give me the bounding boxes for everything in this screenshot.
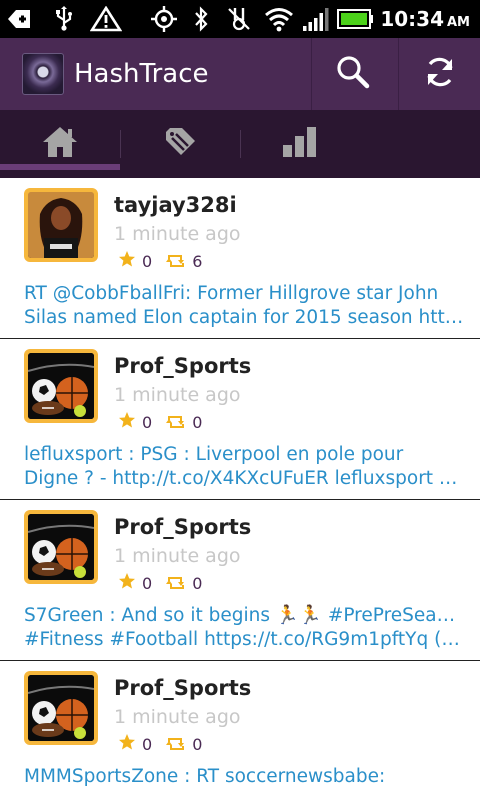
tweet-item[interactable]: Prof_Sports 1 minute ago 0 0 S7Green : A… (0, 500, 480, 661)
tab-compose[interactable] (120, 110, 240, 178)
wifi-icon (262, 6, 296, 32)
tweet-text[interactable]: MMMSportsZone : RT soccernewsbabe: (24, 765, 464, 789)
app-bar: HashTrace (0, 38, 480, 110)
search-button[interactable] (312, 38, 394, 110)
star-icon (118, 411, 136, 433)
selected-tab-indicator (0, 164, 120, 170)
usb-icon (50, 6, 78, 32)
app-logo[interactable] (22, 53, 64, 95)
favorite-count: 0 (142, 734, 153, 754)
sports-balls-image (28, 353, 94, 419)
retweet-count: 0 (192, 412, 203, 432)
retweet-count: 0 (192, 573, 203, 593)
timestamp: 1 minute ago (114, 384, 241, 406)
user-photo (28, 192, 94, 258)
tweet-feed[interactable]: tayjay328i 1 minute ago 0 6 RT @CobbFbal… (0, 178, 480, 800)
username[interactable]: Prof_Sports (114, 353, 251, 379)
status-bar: 10:34 AM (0, 0, 480, 38)
star-icon (118, 733, 136, 755)
star-icon (118, 572, 136, 594)
tweet-item[interactable]: Prof_Sports 1 minute ago 0 0 MMMSportsZo… (0, 661, 480, 800)
avatar[interactable] (24, 510, 98, 584)
tweet-stats: 0 6 (118, 250, 202, 272)
timestamp: 1 minute ago (114, 223, 241, 245)
tweet-stats: 0 0 (118, 733, 202, 755)
battery-icon (336, 6, 376, 32)
tweet-stats: 0 0 (118, 572, 202, 594)
pencil-tag-icon (162, 124, 198, 164)
bluetooth-icon (190, 6, 212, 32)
tab-stats[interactable] (240, 110, 360, 178)
home-icon (41, 125, 79, 163)
retweet-icon (166, 736, 186, 752)
gps-icon (148, 6, 180, 32)
tweet-item[interactable]: Prof_Sports 1 minute ago 0 0 lefluxsport… (0, 339, 480, 500)
avatar[interactable] (24, 188, 98, 262)
sports-balls-image (28, 675, 94, 741)
vibrate-icon (224, 6, 254, 32)
timestamp: 1 minute ago (114, 545, 241, 567)
favorite-count: 0 (142, 573, 153, 593)
tweet-text[interactable]: lefluxsport : PSG : Liverpool en pole po… (24, 443, 464, 491)
refresh-icon (422, 54, 458, 94)
favorite-count: 0 (142, 251, 153, 271)
avatar[interactable] (24, 349, 98, 423)
refresh-button[interactable] (398, 38, 480, 110)
tweet-stats: 0 0 (118, 411, 202, 433)
signal-icon (300, 6, 332, 32)
tweet-item[interactable]: tayjay328i 1 minute ago 0 6 RT @CobbFbal… (0, 178, 480, 339)
app-title: HashTrace (74, 59, 209, 89)
avatar[interactable] (24, 671, 98, 745)
warning-icon (88, 6, 124, 32)
search-icon (335, 54, 371, 94)
star-icon (118, 250, 136, 272)
sports-balls-image (28, 514, 94, 580)
retweet-icon (166, 253, 186, 269)
retweet-icon (166, 575, 186, 591)
retweet-icon (166, 414, 186, 430)
usb-debug-icon (4, 6, 34, 32)
username[interactable]: Prof_Sports (114, 514, 251, 540)
username[interactable]: Prof_Sports (114, 675, 251, 701)
retweet-count: 6 (192, 251, 203, 271)
retweet-count: 0 (192, 734, 203, 754)
tweet-text[interactable]: S7Green : And so it begins 🏃🏃 #PrePreSea… (24, 604, 464, 652)
timestamp: 1 minute ago (114, 706, 241, 728)
tweet-text[interactable]: RT @CobbFballFri: Former Hillgrove star … (24, 282, 464, 330)
clock: 10:34 AM (380, 7, 470, 31)
favorite-count: 0 (142, 412, 153, 432)
username[interactable]: tayjay328i (114, 192, 237, 218)
bar-chart-icon (281, 125, 319, 163)
